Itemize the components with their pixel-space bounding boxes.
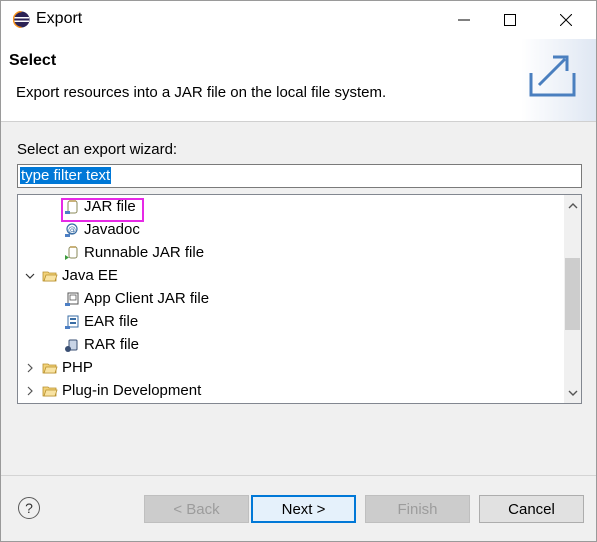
tree-item-ear-file[interactable]: EAR file	[64, 310, 138, 333]
tree-item-label: RAR file	[84, 336, 140, 353]
filter-input[interactable]: type filter text	[17, 164, 582, 188]
minimize-icon	[458, 19, 470, 21]
chevron-right-icon[interactable]	[24, 362, 36, 374]
folder-icon	[42, 363, 58, 373]
chevron-up-icon	[568, 202, 577, 208]
ear-file-icon	[65, 315, 79, 329]
javadoc-icon: @	[65, 222, 78, 237]
tree-item-app-client-jar-file[interactable]: App Client JAR file	[64, 287, 209, 310]
folder-open-icon	[42, 271, 58, 281]
page-title: Select	[9, 52, 57, 69]
app-client-jar-icon	[65, 292, 79, 306]
folder-icon	[42, 386, 58, 396]
tree-scrollbar[interactable]	[564, 195, 581, 403]
close-icon	[560, 14, 572, 26]
chevron-down-icon[interactable]	[24, 270, 36, 282]
tree-item-label: EAR file	[84, 313, 139, 330]
tree-item-rar-file[interactable]: RAR file	[64, 333, 139, 356]
eclipse-icon	[13, 11, 30, 28]
window-title: Export	[36, 10, 83, 27]
tree-item-php[interactable]: PHP	[42, 356, 93, 379]
finish-button[interactable]: Finish	[365, 495, 470, 523]
filter-input-value: type filter text	[20, 167, 112, 184]
minimize-button[interactable]	[441, 1, 487, 39]
export-banner-icon	[521, 39, 596, 121]
wizard-banner: Select Export resources into a JAR file …	[1, 39, 596, 122]
tree-item-label: Plug-in Development	[62, 382, 202, 399]
jar-file-icon	[65, 199, 78, 214]
next-button[interactable]: Next >	[251, 495, 356, 523]
help-button[interactable]: ?	[18, 497, 40, 519]
scroll-down-button[interactable]	[564, 384, 581, 401]
close-button[interactable]	[543, 1, 589, 39]
maximize-icon	[504, 14, 516, 26]
tree-item-label: App Client JAR file	[84, 290, 210, 307]
maximize-button[interactable]	[487, 1, 533, 39]
tree-item-label: Javadoc	[84, 221, 140, 238]
tree-item-label: PHP	[62, 359, 93, 376]
footer-divider	[1, 475, 596, 476]
page-description: Export resources into a JAR file on the …	[16, 84, 387, 101]
runnable-jar-icon	[65, 245, 78, 260]
svg-text:@: @	[68, 225, 76, 234]
wizard-label: Select an export wizard:	[17, 141, 178, 158]
chevron-right-icon[interactable]	[24, 385, 36, 397]
chevron-down-icon	[568, 390, 577, 396]
tree-item-label: Java EE	[62, 267, 118, 284]
tree-item-runnable-jar-file[interactable]: Runnable JAR file	[64, 241, 204, 264]
wizard-tree[interactable]: JAR file @ Javadoc Runnable JAR file Jav…	[17, 194, 582, 404]
help-icon: ?	[25, 500, 33, 516]
tree-item-java-ee[interactable]: Java EE	[42, 264, 118, 287]
title-bar: Export	[1, 1, 596, 39]
export-dialog: Export Select Export resources into a JA…	[0, 0, 597, 542]
scroll-thumb[interactable]	[565, 258, 580, 330]
rar-file-icon	[65, 339, 78, 352]
tree-item-jar-file[interactable]: JAR file	[64, 195, 136, 218]
tree-item-label: Runnable JAR file	[84, 244, 205, 261]
cancel-button[interactable]: Cancel	[479, 495, 584, 523]
tree-item-label: JAR file	[84, 198, 136, 215]
tree-item-javadoc[interactable]: @ Javadoc	[64, 218, 140, 241]
back-button[interactable]: < Back	[144, 495, 249, 523]
tree-item-plug-in-development[interactable]: Plug-in Development	[42, 379, 201, 402]
scroll-up-button[interactable]	[564, 197, 581, 214]
